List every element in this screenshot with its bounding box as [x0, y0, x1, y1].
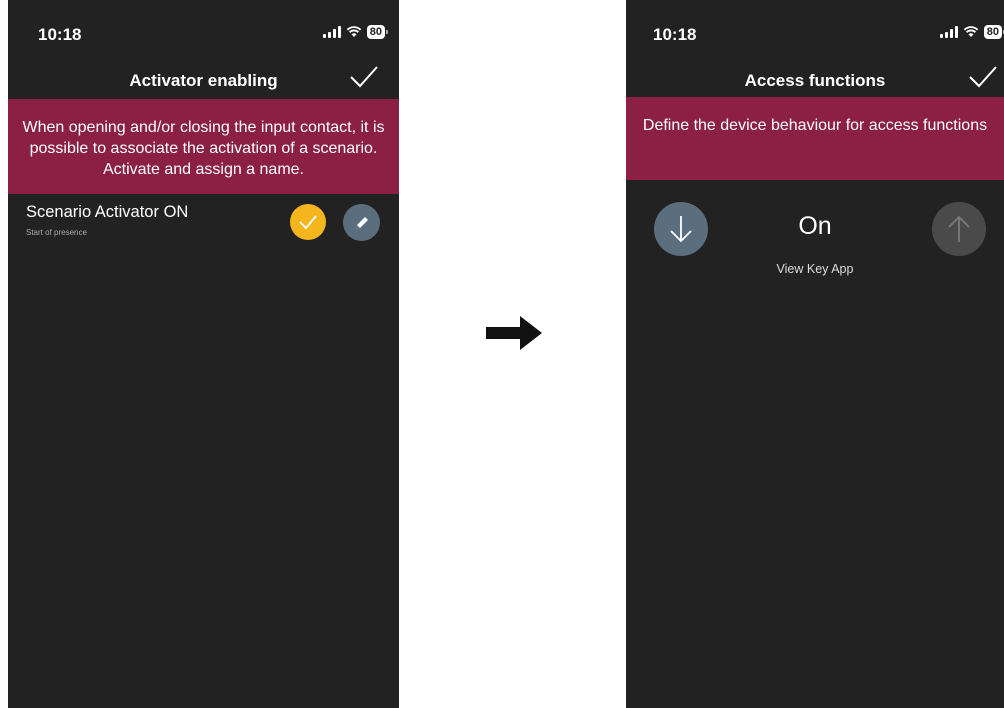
- right-arrow-icon: [486, 316, 542, 350]
- next-option-button[interactable]: [932, 202, 986, 256]
- access-state-caption: View Key App: [776, 262, 854, 276]
- scenario-title: Scenario Activator ON: [26, 203, 189, 221]
- status-bar: 10:18 80: [626, 0, 1004, 50]
- battery-indicator: 80: [983, 25, 1004, 39]
- page-title: Access functions: [744, 71, 886, 90]
- battery-indicator: 80: [366, 25, 389, 39]
- info-banner: When opening and/or closing the input co…: [8, 99, 399, 194]
- info-banner: Define the device behaviour for access f…: [626, 97, 1004, 180]
- right-phone-screen: 10:18 80 Access functions Define the dev…: [626, 0, 1004, 708]
- scenario-row: Scenario Activator ON Start of presence: [8, 194, 399, 254]
- status-icons: 80: [322, 25, 389, 39]
- pencil-icon: [355, 216, 368, 229]
- confirm-checkmark-icon[interactable]: [968, 64, 998, 90]
- status-time: 10:18: [653, 25, 697, 44]
- arrow-up-icon: [948, 215, 970, 242]
- scenario-enable-toggle[interactable]: [290, 204, 326, 240]
- wifi-icon: [346, 26, 361, 37]
- status-time: 10:18: [38, 25, 82, 44]
- status-icons: 80: [939, 25, 1004, 39]
- page-title: Activator enabling: [129, 71, 278, 90]
- signal-icon: [939, 26, 958, 38]
- status-bar: 10:18 80: [8, 0, 399, 50]
- wifi-icon: [963, 26, 978, 37]
- confirm-checkmark-icon[interactable]: [349, 64, 379, 90]
- checkmark-icon: [299, 215, 317, 230]
- edit-scenario-button[interactable]: [343, 204, 380, 241]
- scenario-subtitle: Start of presence: [26, 228, 87, 237]
- signal-icon: [322, 26, 341, 38]
- left-phone-screen: 10:18 80 Activator enabling When opening…: [8, 0, 399, 708]
